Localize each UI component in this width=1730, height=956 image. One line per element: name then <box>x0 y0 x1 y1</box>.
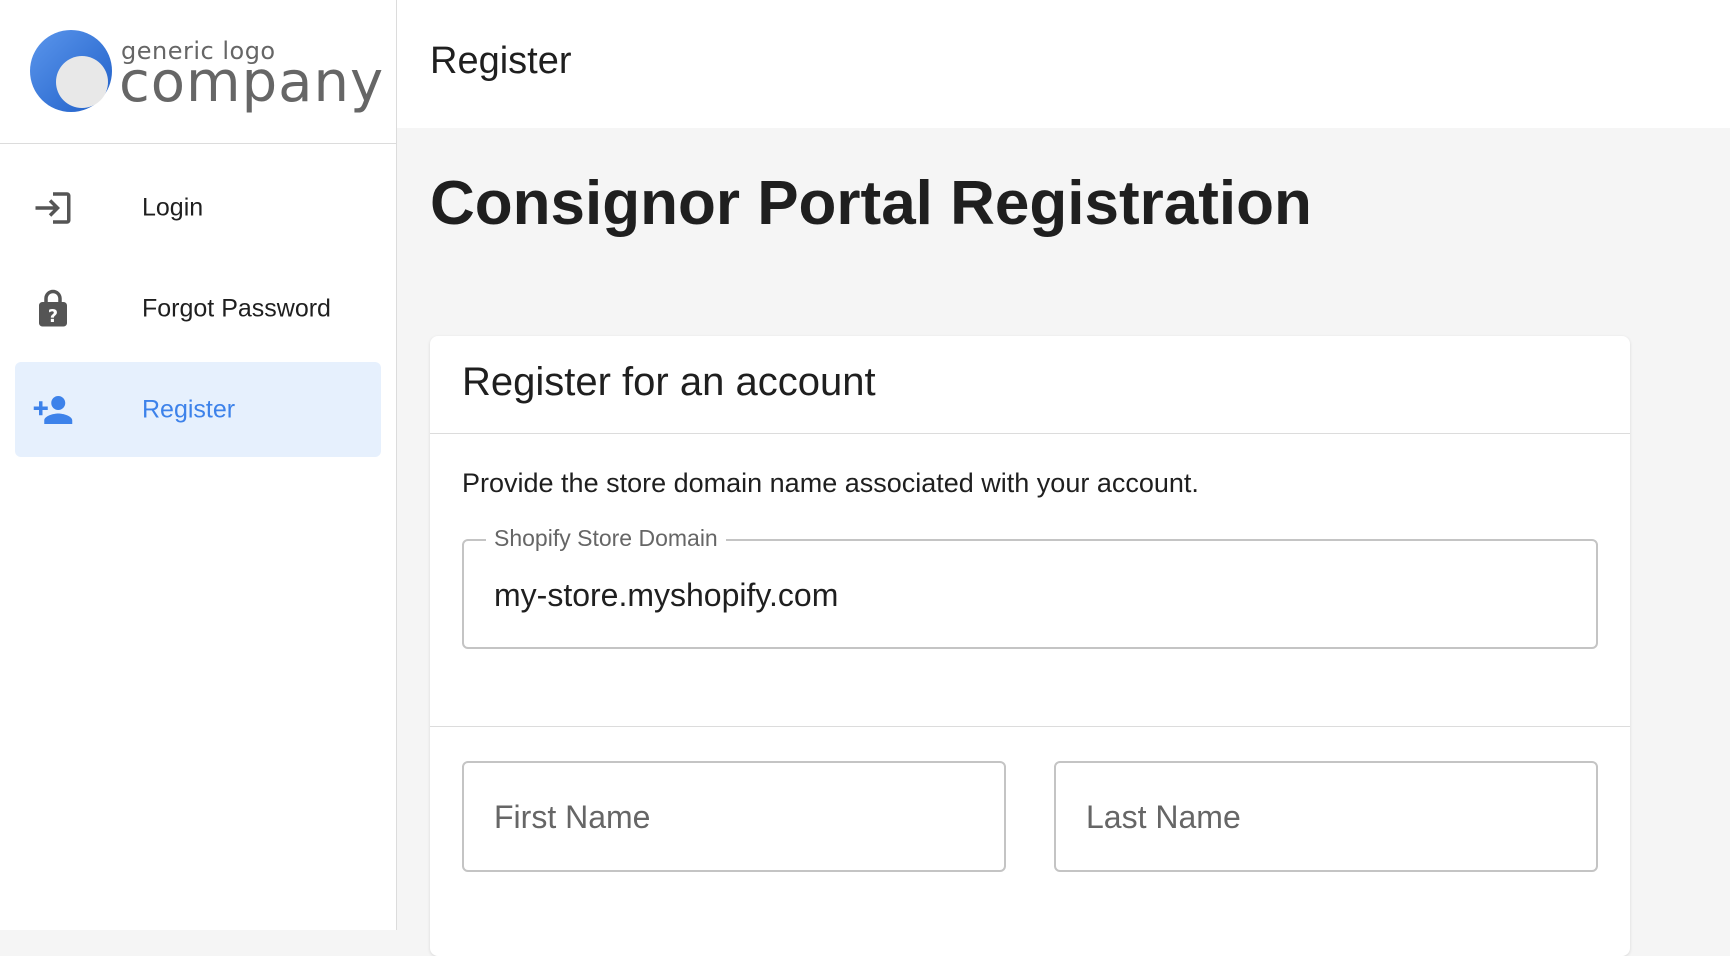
person-add-icon <box>33 395 73 424</box>
login-icon <box>35 191 71 224</box>
card-title: Register for an account <box>462 360 876 404</box>
card-divider <box>430 726 1630 727</box>
shopify-domain-label: Shopify Store Domain <box>486 525 726 552</box>
last-name-field[interactable]: Last Name <box>1054 761 1598 872</box>
lock-question-icon: ? <box>39 289 67 327</box>
registration-card: Register for an account Provide the stor… <box>430 336 1630 956</box>
sidebar-item-forgot-password[interactable]: ? Forgot Password <box>15 261 381 356</box>
page-title: Consignor Portal Registration <box>430 169 1312 238</box>
last-name-placeholder: Last Name <box>1086 799 1241 835</box>
top-bar: Register <box>397 0 1730 128</box>
shopify-domain-value: my-store.myshopify.com <box>494 577 839 613</box>
svg-text:?: ? <box>48 307 58 327</box>
sidebar-item-label: Login <box>142 193 204 221</box>
sidebar-item-register[interactable]: Register <box>15 362 381 457</box>
top-bar-title: Register <box>430 40 572 82</box>
logo-wordmark: company <box>119 50 385 115</box>
sidebar-item-label: Forgot Password <box>142 294 331 322</box>
shopify-domain-field[interactable]: Shopify Store Domain my-store.myshopify.… <box>462 525 1598 649</box>
sidebar-nav: Login ? Forgot Password Register <box>0 160 396 457</box>
sidebar-item-login[interactable]: Login <box>15 160 381 255</box>
card-description: Provide the store domain name associated… <box>462 468 1199 498</box>
first-name-placeholder: First Name <box>494 799 651 835</box>
sidebar-item-label: Register <box>142 395 236 423</box>
card-header: Register for an account <box>430 336 1630 434</box>
company-logo[interactable]: generic logo company <box>0 0 396 144</box>
first-name-field[interactable]: First Name <box>462 761 1006 872</box>
logo-mark-icon <box>30 30 112 112</box>
sidebar: generic logo company Login ? Forgot Pass… <box>0 0 397 930</box>
